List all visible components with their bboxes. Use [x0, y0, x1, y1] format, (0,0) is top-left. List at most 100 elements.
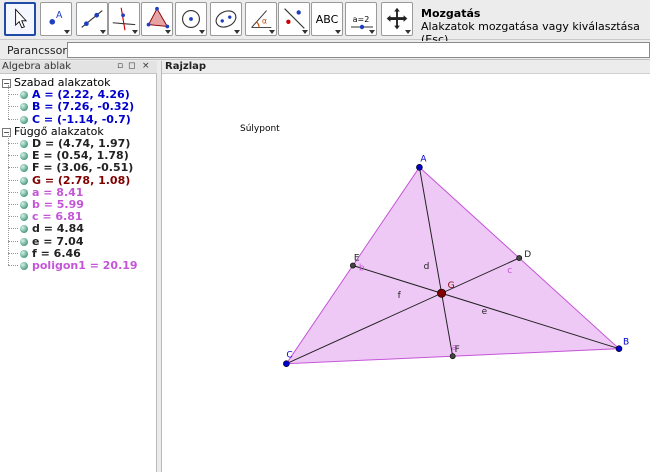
- move-arrow-tool-button[interactable]: [4, 2, 36, 36]
- tree-connector: [8, 265, 18, 266]
- algebra-item[interactable]: F = (3.06, -0.51): [8, 161, 133, 174]
- visibility-toggle-icon[interactable]: [20, 262, 28, 270]
- visibility-toggle-icon[interactable]: [20, 249, 28, 258]
- tree-connector: [8, 143, 18, 144]
- minimize-button[interactable]: ▫: [117, 61, 123, 71]
- visibility-toggle-icon[interactable]: [20, 225, 28, 234]
- close-button[interactable]: ×: [142, 61, 150, 71]
- algebra-item[interactable]: A = (2.22, 4.26): [8, 88, 130, 102]
- command-label: Parancssor:: [7, 44, 71, 57]
- point-label-G: G: [448, 281, 455, 291]
- algebra-item[interactable]: d = 4.84: [8, 222, 84, 236]
- move-arrow-icon: [15, 8, 28, 29]
- algebra-item[interactable]: b = 5.99: [8, 198, 84, 211]
- point-E[interactable]: [349, 262, 356, 269]
- visibility-toggle-icon[interactable]: [20, 188, 28, 197]
- move-graphics-view-tool-button[interactable]: [381, 2, 413, 36]
- new-point-tool-button[interactable]: A: [40, 2, 72, 36]
- triangle-polygon[interactable]: [285, 166, 621, 365]
- point-label-E: E: [354, 254, 360, 264]
- visibility-toggle-icon[interactable]: [20, 164, 28, 173]
- algebra-item[interactable]: B = (7.26, -0.32): [8, 100, 135, 114]
- algebra-item-value: E = (0.54, 1.78): [32, 149, 129, 163]
- visibility-toggle-icon[interactable]: [20, 176, 28, 185]
- algebra-item[interactable]: c = 6.81: [8, 210, 83, 224]
- angle-tool-button[interactable]: α: [245, 2, 277, 36]
- command-input[interactable]: [67, 42, 650, 58]
- construction-svg[interactable]: Súlypontab cdefABCDEFG: [162, 75, 650, 472]
- point-B[interactable]: [615, 345, 623, 352]
- ellipse-tool-button[interactable]: [210, 2, 242, 36]
- visibility-toggle-icon[interactable]: [20, 140, 28, 148]
- algebra-view-title: Algebra ablak: [2, 61, 72, 72]
- tree-connector: [8, 216, 18, 218]
- graphics-view-header: Rajzlap: [162, 61, 650, 74]
- algebra-item-value: A = (2.22, 4.26): [32, 88, 130, 102]
- tool-menu-arrow-icon: [335, 30, 341, 34]
- tree-connector: [8, 191, 18, 193]
- tree-connector: [8, 204, 18, 205]
- algebra-item[interactable]: e = 7.04: [8, 235, 83, 248]
- visibility-toggle-icon[interactable]: [20, 152, 28, 161]
- algebra-item-value: C = (-1.14, -0.7): [32, 112, 131, 126]
- perpendicular-line-tool-button[interactable]: [108, 2, 140, 36]
- algebra-group-label: Függő alakzatok: [14, 124, 104, 138]
- tree-guide-line: [8, 134, 9, 266]
- drawing-canvas[interactable]: Súlypont a b c d e f A B C D E F G: [162, 75, 650, 472]
- point-label-C: C: [286, 351, 292, 361]
- algebra-item[interactable]: a = 8.41: [8, 185, 84, 199]
- visibility-toggle-icon[interactable]: [20, 237, 28, 246]
- tool-menu-arrow-icon: [199, 30, 205, 34]
- visibility-toggle-icon[interactable]: [20, 115, 28, 124]
- algebra-item[interactable]: G = (2.78, 1.08): [8, 173, 131, 187]
- visibility-toggle-icon[interactable]: [20, 91, 28, 100]
- graphics-view-title: Rajzlap: [165, 61, 207, 72]
- side-label-b: b: [359, 264, 365, 274]
- tree-connector: [8, 167, 18, 169]
- algebra-item-value: B = (7.26, -0.32): [32, 100, 135, 114]
- algebra-item-value: G = (2.78, 1.08): [32, 173, 131, 187]
- algebra-item-value: c = 6.81: [32, 210, 83, 224]
- visibility-toggle-icon[interactable]: [20, 103, 28, 112]
- circle-with-center-tool-button[interactable]: [175, 2, 207, 36]
- construction-caption: Súlypont: [240, 124, 280, 134]
- tool-menu-arrow-icon: [405, 30, 411, 34]
- algebra-group-free[interactable]: − Szabad alakzatok: [2, 76, 111, 89]
- active-tool-name: Mozgatás: [421, 7, 481, 20]
- visibility-toggle-icon[interactable]: [20, 213, 28, 222]
- algebra-item[interactable]: C = (-1.14, -0.7): [8, 112, 131, 126]
- point-G[interactable]: [437, 288, 447, 298]
- line-through-two-points-tool-button[interactable]: [76, 2, 108, 36]
- undock-button[interactable]: ◻: [128, 61, 135, 71]
- algebra-group-dependent[interactable]: − Függő alakzatok: [2, 125, 104, 138]
- text-tool-button[interactable]: ABC: [311, 2, 343, 36]
- point-label-F: F: [455, 345, 460, 355]
- collapse-toggle-icon[interactable]: −: [2, 79, 11, 88]
- algebra-item[interactable]: E = (0.54, 1.78): [8, 149, 129, 163]
- point-D[interactable]: [516, 255, 523, 261]
- polygon-tool-button[interactable]: [141, 2, 173, 36]
- algebra-item-value: a = 8.41: [32, 185, 84, 199]
- svg-text:α: α: [262, 17, 267, 26]
- algebra-item-value: d = 4.84: [32, 222, 84, 236]
- algebra-item[interactable]: poligon1 = 20.19: [8, 259, 138, 272]
- tool-menu-arrow-icon: [165, 30, 171, 34]
- slider-tool-button[interactable]: a=2: [345, 2, 377, 36]
- median-label-e: e: [482, 307, 488, 317]
- tree-guide-line: [8, 85, 9, 119]
- graphics-view[interactable]: Rajzlap Súlypont a b c d e f A B C D E F G: [161, 61, 650, 472]
- command-bar: Parancssor:: [0, 41, 650, 60]
- point-C[interactable]: [283, 360, 290, 368]
- algebra-item[interactable]: f = 6.46: [8, 247, 81, 260]
- point-label-A: A: [420, 154, 427, 164]
- point-label-D: D: [524, 250, 531, 260]
- point-A[interactable]: [416, 164, 423, 171]
- algebra-view: Algebra ablak ▫ ◻ × − Szabad alakzatok A =…: [0, 61, 157, 472]
- visibility-toggle-icon[interactable]: [20, 201, 28, 209]
- reflect-about-line-tool-button[interactable]: [278, 2, 310, 36]
- algebra-view-header: Algebra ablak ▫ ◻ ×: [0, 61, 157, 74]
- algebra-item[interactable]: D = (4.74, 1.97): [8, 137, 130, 150]
- tree-connector: [8, 155, 18, 157]
- collapse-toggle-icon[interactable]: −: [2, 127, 11, 137]
- side-label-c: c: [507, 266, 512, 276]
